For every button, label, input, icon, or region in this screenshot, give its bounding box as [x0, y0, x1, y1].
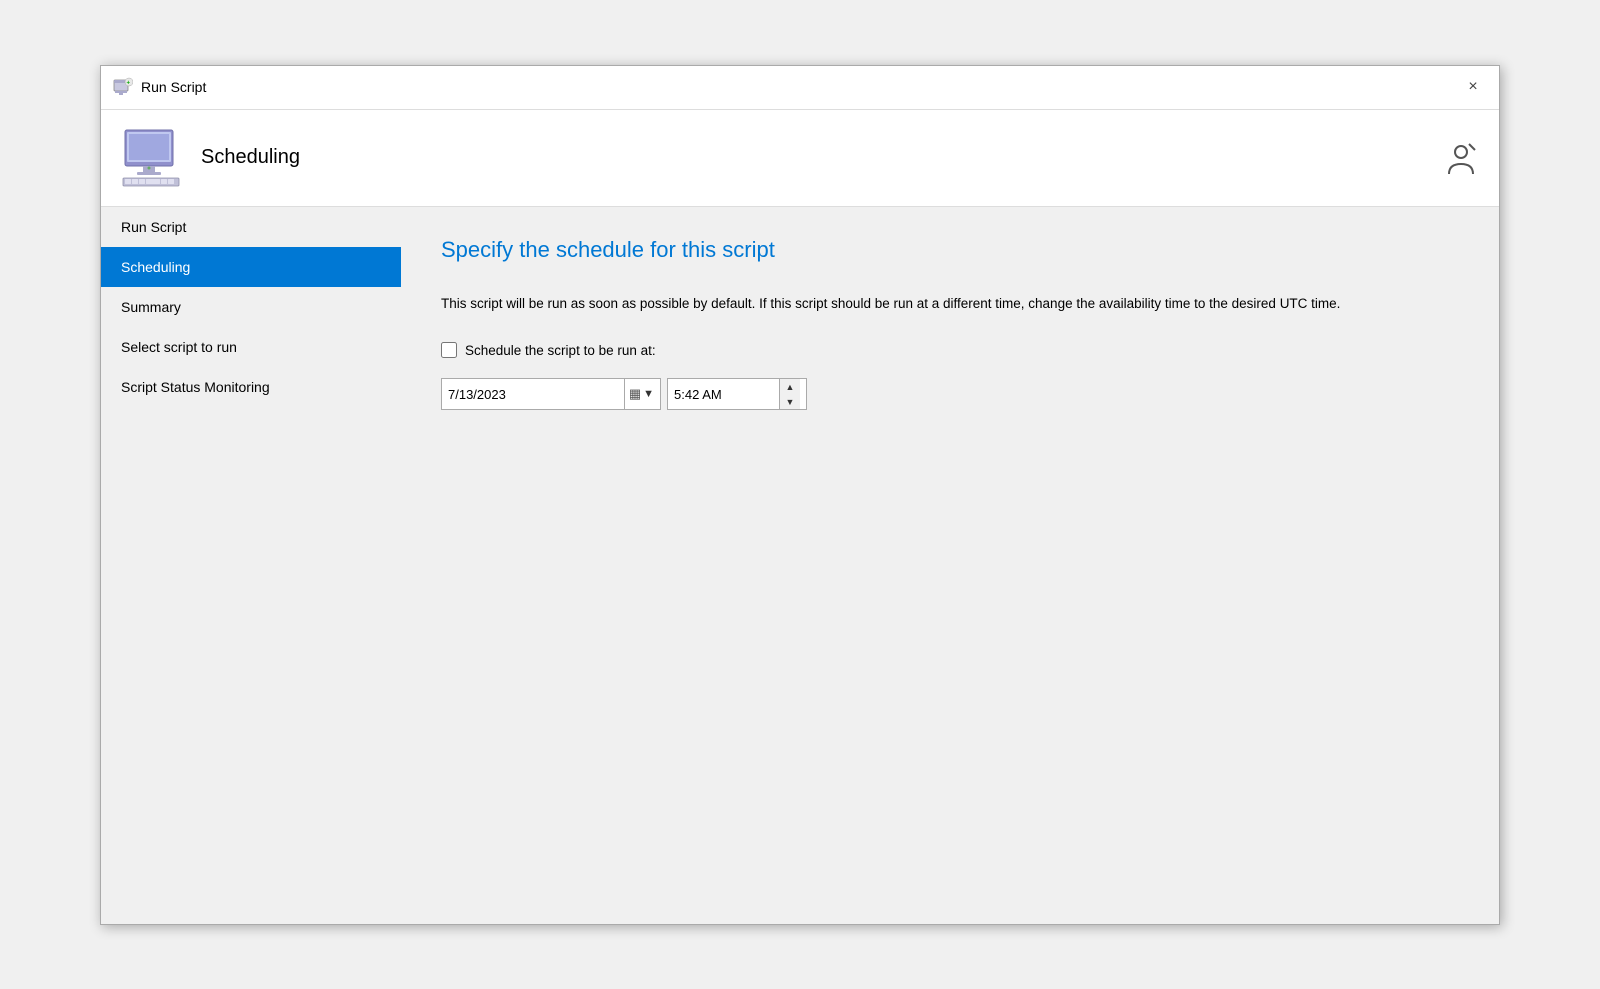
- description-text: This script will be run as soon as possi…: [441, 293, 1341, 315]
- time-field[interactable]: 5:42 AM ▲ ▼: [667, 378, 807, 410]
- schedule-checkbox[interactable]: [441, 342, 457, 358]
- date-field-text: 7/13/2023: [448, 387, 624, 402]
- header-title: Scheduling: [201, 146, 300, 169]
- checkbox-label: Schedule the script to be run at:: [465, 343, 656, 358]
- checkbox-container: Schedule the script to be run at:: [441, 342, 656, 358]
- sidebar-item-script-status[interactable]: Script Status Monitoring: [101, 367, 401, 407]
- date-dropdown-icon: ▼: [643, 388, 654, 400]
- main-content: Run Script Scheduling Summary Select scr…: [101, 207, 1499, 924]
- sidebar-item-select-script[interactable]: Select script to run: [101, 327, 401, 367]
- datetime-row: 7/13/2023 ▦ ▼ 5:42 AM ▲ ▼: [441, 378, 1459, 410]
- content-title: Specify the schedule for this script: [441, 237, 1459, 263]
- title-bar: + Run Script ×: [101, 66, 1499, 110]
- svg-text:+: +: [127, 81, 131, 87]
- computer-icon: [121, 126, 185, 190]
- header-section: Scheduling: [101, 110, 1499, 207]
- content-panel: Specify the schedule for this script Thi…: [401, 207, 1499, 924]
- help-icon[interactable]: [1443, 140, 1479, 176]
- time-up-button[interactable]: ▲: [780, 379, 800, 394]
- title-bar-left: + Run Script: [113, 77, 206, 97]
- header-left: Scheduling: [121, 126, 300, 190]
- dialog-window: + Run Script ×: [100, 65, 1500, 925]
- title-bar-text: Run Script: [141, 79, 206, 95]
- run-script-title-icon: +: [113, 77, 133, 97]
- schedule-row: Schedule the script to be run at:: [441, 342, 1459, 358]
- sidebar: Run Script Scheduling Summary Select scr…: [101, 207, 401, 924]
- calendar-icon: ▦: [629, 386, 641, 402]
- date-field[interactable]: 7/13/2023 ▦ ▼: [441, 378, 661, 410]
- time-down-button[interactable]: ▼: [780, 394, 800, 409]
- sidebar-item-scheduling[interactable]: Scheduling: [101, 247, 401, 287]
- sidebar-item-summary[interactable]: Summary: [101, 287, 401, 327]
- sidebar-item-run-script[interactable]: Run Script: [101, 207, 401, 247]
- close-button[interactable]: ×: [1459, 73, 1487, 101]
- time-field-text: 5:42 AM: [674, 387, 775, 402]
- time-spinner: ▲ ▼: [779, 379, 800, 409]
- date-dropdown-button[interactable]: ▦ ▼: [624, 379, 654, 409]
